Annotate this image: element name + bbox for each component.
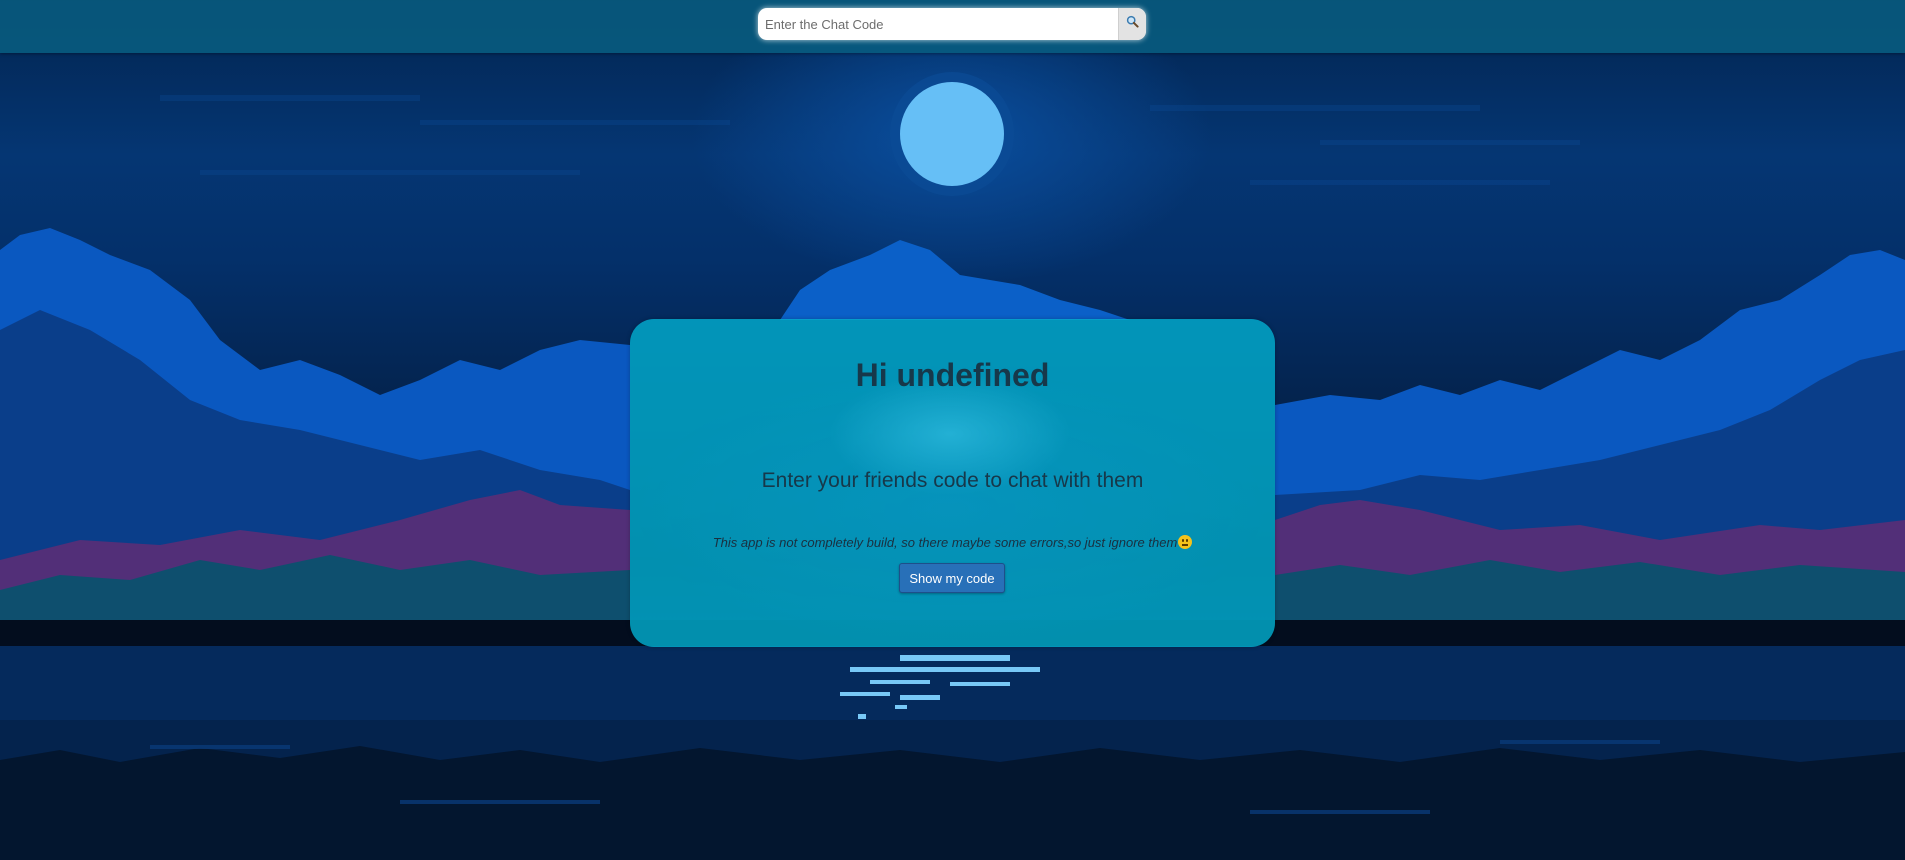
grimacing-face-icon [1178,535,1193,549]
beta-notice-text: This app is not completely build, so the… [712,535,1178,550]
beta-notice: This app is not completely build, so the… [630,535,1275,550]
show-my-code-button[interactable]: Show my code [899,563,1005,593]
moon [900,82,1004,186]
chat-code-search [758,8,1146,40]
page: Hi undefined Enter your friends code to … [0,0,1905,860]
search-button[interactable] [1118,8,1146,40]
instruction-subtitle: Enter your friends code to chat with the… [761,469,1144,492]
greeting-title: Hi undefined [855,357,1050,393]
welcome-card: Hi undefined Enter your friends code to … [630,319,1275,647]
search-icon [1126,15,1139,33]
chat-code-input[interactable] [758,8,1116,40]
top-bar [0,0,1905,53]
